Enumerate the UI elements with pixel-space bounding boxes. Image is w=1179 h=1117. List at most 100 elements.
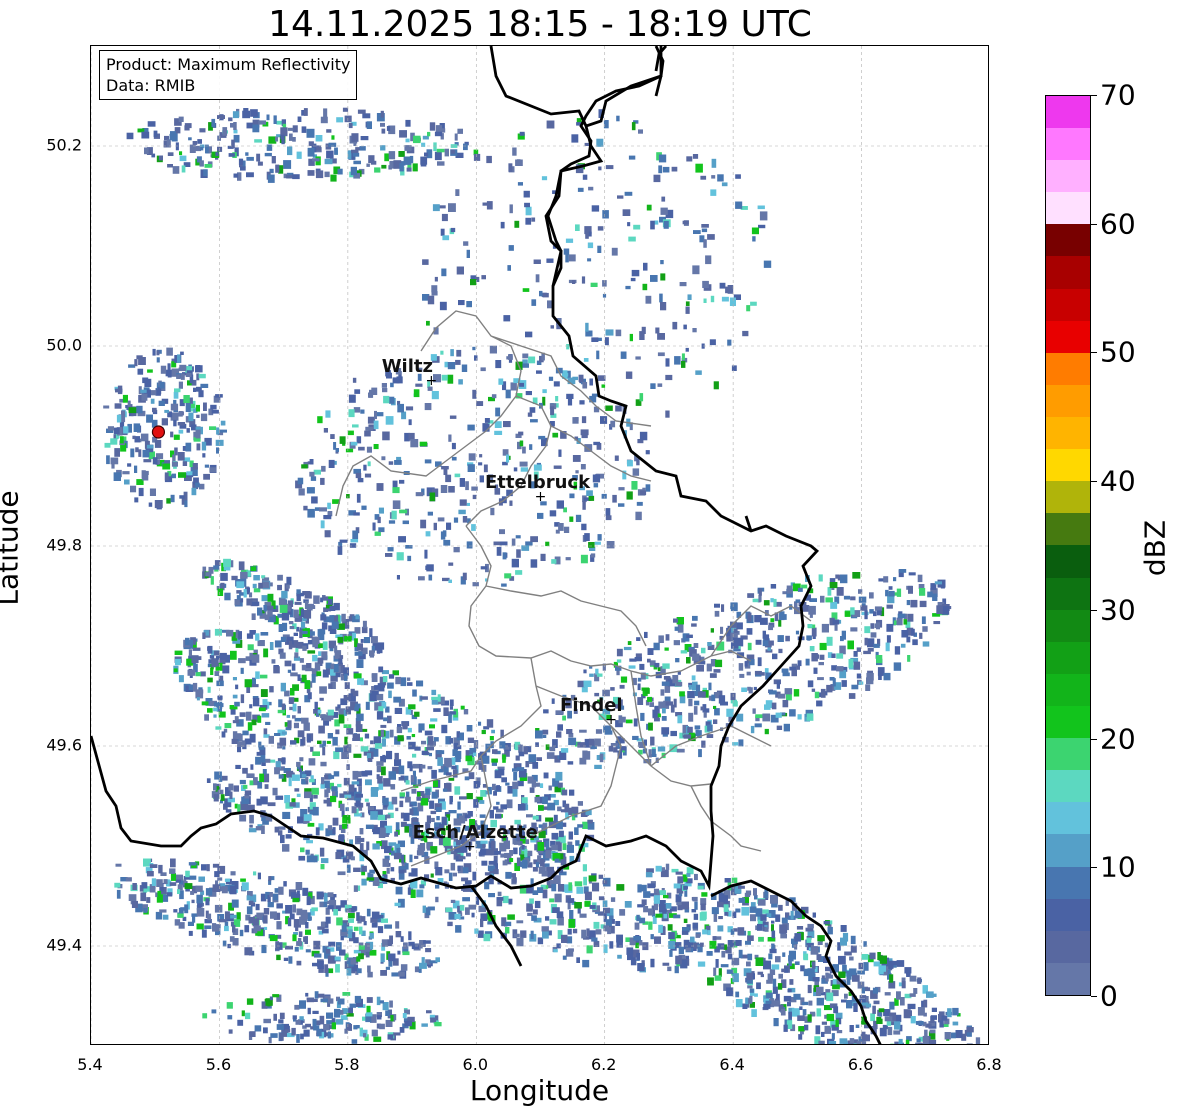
echo-pixel [509, 204, 513, 214]
echo-pixel [433, 780, 438, 788]
echo-pixel [602, 280, 607, 287]
echo-pixel [298, 488, 305, 496]
echo-pixel [726, 636, 731, 642]
echo-pixel [206, 864, 210, 872]
echo-pixel [907, 655, 911, 662]
echo-pixel [537, 887, 544, 893]
echo-pixel [657, 352, 665, 357]
echo-pixel [397, 950, 401, 955]
echo-pixel [427, 736, 434, 745]
echo-pixel [478, 721, 482, 726]
echo-pixel [132, 883, 137, 890]
echo-pixel [320, 714, 326, 718]
echo-pixel [590, 282, 598, 287]
echo-pixel [218, 711, 226, 718]
echo-pixel [395, 931, 402, 938]
echo-pixel [152, 457, 158, 465]
echo-pixel [209, 467, 217, 473]
echo-pixel [588, 495, 595, 501]
echo-pixel [300, 738, 304, 747]
echo-pixel [170, 494, 175, 503]
radar-map[interactable]: + Wiltz + Ettelbruck + Findel + Esch/Alzette [90, 45, 989, 1045]
echo-pixel [588, 186, 594, 191]
echo-pixel [134, 497, 139, 503]
echo-pixel [320, 614, 327, 621]
echo-pixel [320, 116, 328, 124]
echo-pixel [467, 464, 475, 472]
echo-pixel [872, 1005, 876, 1014]
echo-pixel [434, 1022, 442, 1027]
echo-pixel [568, 919, 575, 928]
echo-pixel [319, 902, 324, 907]
echo-pixel [675, 658, 680, 663]
echo-pixel [865, 1003, 872, 1008]
echo-pixel [412, 802, 417, 807]
echo-pixel [879, 955, 887, 964]
echo-pixel [172, 166, 180, 174]
echo-pixel [455, 189, 460, 196]
echo-pixel [338, 658, 343, 664]
echo-pixel [306, 734, 311, 743]
echo-pixel [506, 799, 513, 809]
echo-pixel [795, 630, 800, 635]
echo-pixel [497, 891, 502, 897]
echo-pixel [853, 1003, 858, 1012]
echo-pixel [329, 605, 336, 611]
echo-pixel [897, 613, 906, 619]
echo-pixel [869, 952, 876, 960]
echo-pixel [356, 493, 361, 503]
echo-pixel [372, 843, 380, 850]
echo-pixel [616, 115, 620, 122]
echo-pixel [770, 895, 778, 904]
echo-pixel [500, 804, 507, 810]
echo-pixel [241, 1010, 245, 1017]
echo-pixel [314, 701, 318, 711]
echo-pixel [846, 1000, 853, 1009]
echo-pixel [619, 716, 626, 723]
echo-pixel [416, 680, 424, 687]
echo-pixel [333, 442, 337, 450]
echo-pixel [211, 658, 217, 668]
echo-pixel [568, 882, 573, 891]
echo-pixel [597, 245, 602, 253]
echo-pixel [574, 881, 583, 887]
echo-pixel [589, 673, 594, 677]
echo-pixel [422, 259, 429, 265]
echo-pixel [272, 787, 278, 796]
echo-pixel [379, 827, 386, 836]
echo-pixel [878, 1008, 885, 1013]
echo-pixel [645, 484, 651, 492]
echo-pixel [334, 1008, 341, 1018]
echo-pixel [245, 711, 252, 721]
echo-pixel [546, 752, 555, 759]
echo-pixel [627, 460, 633, 467]
echo-pixel [230, 914, 237, 919]
echo-pixel [205, 572, 211, 577]
echo-pixel [657, 713, 661, 718]
echo-pixel [626, 947, 634, 955]
echo-pixel [412, 689, 417, 697]
echo-pixel [337, 168, 343, 175]
echo-pixel [143, 908, 148, 913]
colorbar-segment [1046, 802, 1090, 835]
radar-echoes [103, 107, 981, 1044]
echo-pixel [294, 717, 303, 722]
echo-pixel [402, 1013, 407, 1019]
echo-pixel [712, 936, 717, 941]
echo-pixel [429, 724, 435, 729]
echo-pixel [835, 1019, 839, 1027]
echo-pixel [303, 936, 307, 942]
echo-pixel [351, 133, 359, 142]
echo-pixel [233, 129, 238, 134]
echo-pixel [582, 501, 586, 510]
echo-pixel [489, 345, 497, 354]
echo-pixel [821, 1031, 825, 1037]
echo-pixel [141, 470, 146, 479]
echo-pixel [446, 772, 452, 776]
echo-pixel [250, 764, 254, 770]
echo-pixel [232, 111, 240, 119]
echo-pixel [500, 541, 508, 546]
echo-pixel [864, 626, 871, 634]
echo-pixel [531, 217, 536, 222]
echo-pixel [302, 887, 309, 896]
